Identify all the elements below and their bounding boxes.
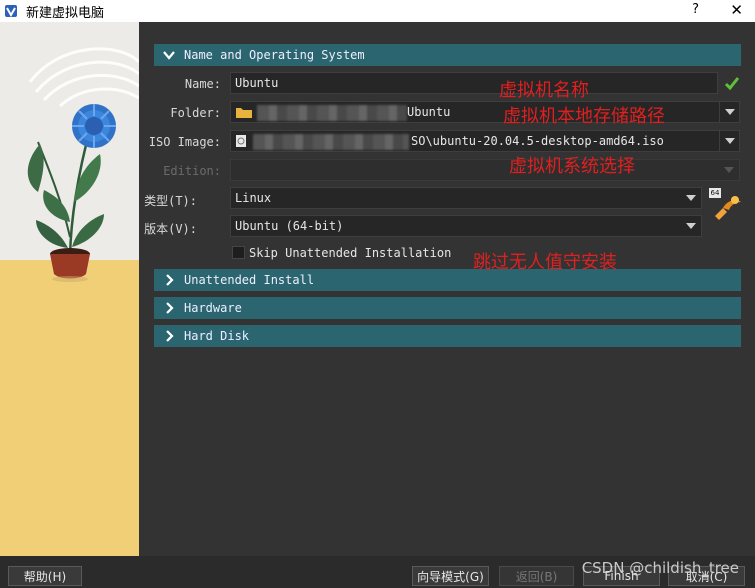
version-label: 版本(V): (144, 222, 197, 236)
main-panel: Name and Operating System Name: Ubuntu F… (139, 22, 755, 556)
section-label: Hard Disk (184, 329, 250, 343)
disc-image-icon (236, 135, 246, 147)
iso-value: SO\ubuntu-20.04.5-desktop-amd64.iso (411, 134, 664, 148)
redacted-path (253, 134, 409, 150)
button-bar: 帮助(H) 向导模式(G) 返回(B) Finish 取消(C) CSDN @c… (0, 556, 755, 588)
chevron-right-icon (166, 330, 174, 342)
guided-mode-button[interactable]: 向导模式(G) (412, 566, 489, 586)
name-value: Ubuntu (235, 76, 279, 90)
chevron-down-icon (686, 223, 696, 229)
type-label: 类型(T): (144, 194, 197, 208)
annotation-folder: 虚拟机本地存储路径 (503, 106, 665, 127)
folder-value: Ubuntu (407, 105, 451, 119)
edition-label: Edition: (163, 164, 221, 178)
folder-dropdown-button[interactable] (719, 102, 739, 122)
window-title: 新建虚拟电脑 (26, 5, 105, 21)
iso-dropdown-button[interactable] (719, 131, 739, 151)
chevron-down-icon (724, 109, 735, 115)
edition-combobox (230, 159, 740, 181)
version-combobox[interactable]: Ubuntu (64-bit) (230, 215, 702, 237)
section-header-hardware[interactable]: Hardware (154, 297, 741, 319)
chevron-down-icon (724, 138, 735, 144)
valid-check-icon (724, 77, 740, 91)
type-value: Linux (235, 191, 272, 205)
watermark: CSDN @childish_tree (581, 559, 739, 577)
wizard-illustration (0, 22, 139, 556)
redacted-path (257, 105, 407, 121)
help-button[interactable]: 帮助(H) (8, 566, 82, 586)
section-header-unattended[interactable]: Unattended Install (154, 269, 741, 291)
back-button: 返回(B) (499, 566, 574, 586)
section-header-name-os[interactable]: Name and Operating System (154, 44, 741, 66)
iso-combobox[interactable]: SO\ubuntu-20.04.5-desktop-amd64.iso (230, 130, 740, 152)
annotation-name: 虚拟机名称 (499, 80, 589, 101)
skip-unattended-checkbox[interactable] (232, 246, 245, 259)
chevron-right-icon (166, 302, 174, 314)
title-bar: 新建虚拟电脑 ? ✕ (0, 0, 755, 22)
plant-illustration (0, 22, 139, 556)
type-combobox[interactable]: Linux (230, 187, 702, 209)
os-type-icon: 64 (709, 188, 743, 222)
version-dropdown-button[interactable] (681, 216, 701, 236)
close-icon[interactable]: ✕ (730, 1, 743, 19)
section-label: Name and Operating System (184, 48, 365, 62)
skip-unattended-label[interactable]: Skip Unattended Installation (249, 246, 451, 260)
iso-label: ISO Image: (148, 135, 221, 149)
type-dropdown-button[interactable] (681, 188, 701, 208)
section-label: Hardware (184, 301, 242, 315)
name-label: Name: (184, 77, 221, 91)
help-icon[interactable]: ? (692, 2, 699, 17)
folder-label: Folder: (170, 106, 221, 120)
version-value: Ubuntu (64-bit) (235, 219, 344, 233)
virtualbox-app-icon (5, 5, 17, 18)
ubuntu-logo-icon (715, 196, 741, 220)
section-header-hard-disk[interactable]: Hard Disk (154, 325, 741, 347)
chevron-down-icon (686, 195, 696, 201)
annotation-skip: 跳过无人值守安装 (473, 252, 617, 273)
section-label: Unattended Install (184, 273, 315, 287)
folder-icon (236, 108, 252, 118)
chevron-right-icon (166, 274, 174, 286)
chevron-down-icon (724, 167, 734, 173)
name-input[interactable]: Ubuntu (230, 72, 718, 94)
chevron-down-icon (163, 51, 175, 60)
edition-dropdown-button (719, 160, 739, 180)
annotation-os: 虚拟机系统选择 (509, 156, 635, 177)
